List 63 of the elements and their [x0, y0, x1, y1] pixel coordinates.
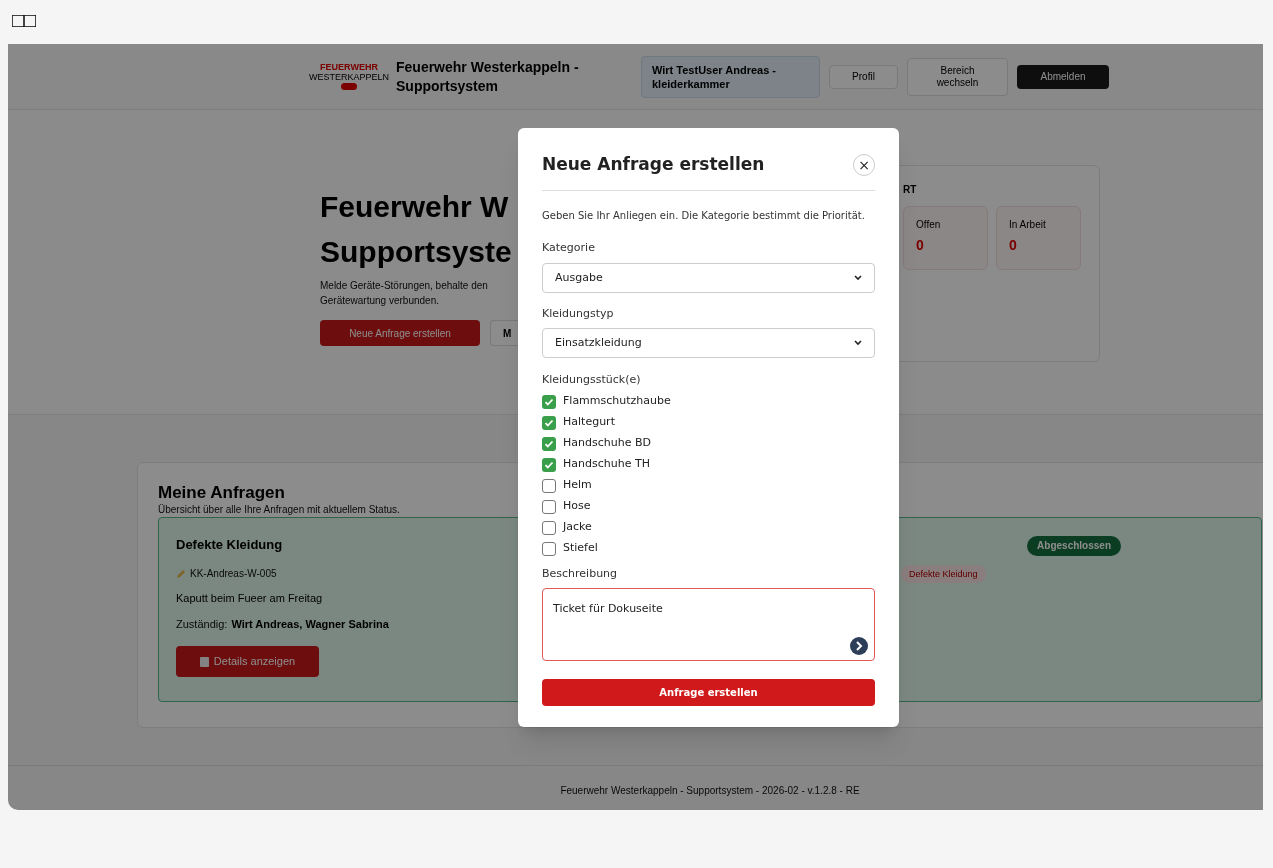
stats-heading: RT [903, 183, 918, 197]
checkbox[interactable] [542, 415, 556, 430]
checkmark-icon [544, 438, 554, 449]
section-title: Meine Anfragen [158, 483, 285, 503]
section-subtitle: Übersicht über alle Ihre Anfragen mit aktuellem Status. [158, 503, 400, 517]
field-label: Kleidungstyp [542, 306, 614, 322]
checkbox-label: Stiefel [563, 540, 598, 557]
field-label: Beschreibung [542, 566, 618, 582]
category-tag: Defekte Kleidung [901, 565, 986, 583]
checkbox-label: Handschuhe BD [563, 435, 651, 452]
checkbox[interactable] [542, 520, 556, 535]
description-field[interactable]: Ticket für Dokuseite [542, 588, 875, 661]
stat-value: 0 [916, 237, 924, 253]
assignee-names: Wirt Andreas, Wagner Sabrina [231, 616, 389, 632]
checkbox[interactable] [542, 499, 556, 514]
chevron-down-icon [854, 340, 862, 346]
stat-label: In Arbeit [1009, 219, 1046, 231]
field-label: Kategorie [542, 240, 595, 256]
hero-title: Supportsyste [320, 234, 512, 270]
checkmark-icon [544, 396, 554, 407]
checkbox[interactable] [542, 436, 556, 451]
hero-button[interactable]: Neue Anfrage erstellen [320, 320, 480, 346]
checkbox-label: Helm [563, 477, 592, 494]
checkbox-label: Flammschutzhaube [563, 393, 671, 410]
glyph-boxes: □□ [12, 9, 37, 31]
logo: FEUERWEHR WESTERKAPPELN [310, 54, 388, 99]
checkbox[interactable] [542, 478, 556, 493]
assistant-icon[interactable] [850, 637, 868, 655]
submit-button[interactable]: Anfrage erstellen [542, 679, 875, 706]
checkbox[interactable] [542, 394, 556, 409]
checkmark-icon [544, 459, 554, 470]
header-button[interactable]: Bereich wechseln [907, 57, 1008, 96]
checkbox[interactable] [542, 541, 556, 556]
stat-value: 0 [1009, 237, 1017, 253]
header-button[interactable]: Profil [829, 64, 898, 89]
pencil-icon [176, 568, 186, 579]
hero-title: Feuerwehr W [320, 189, 509, 225]
checkbox-label: Hose [563, 498, 591, 515]
field-label: Kleidungsstück(e) [542, 372, 641, 388]
request-id: KK-Andreas-W-005 [190, 567, 277, 581]
request-title: Defekte Kleidung [176, 536, 283, 554]
checkbox-label: Jacke [563, 519, 592, 536]
hero-text: Melde Geräte-Störungen, behalte den [320, 279, 488, 293]
hero-text: Gerätewartung verbunden. [320, 294, 439, 308]
app-title: Feuerwehr Westerkappeln - Supportsystem [396, 57, 580, 96]
assignee-label: Zuständig: [176, 616, 228, 632]
request-description: Kaputt beim Fueer am Freitag [176, 591, 323, 606]
status-badge: Abgeschlossen [1027, 536, 1121, 556]
details-button[interactable]: Details anzeigen [176, 646, 319, 677]
checkbox-label: Haltegurt [563, 414, 615, 431]
modal-title: Neue Anfrage erstellen [542, 153, 765, 177]
footer-text: Feuerwehr Westerkappeln - Supportsystem - 2026-02 - v.1.2.8 - RE [560, 784, 860, 798]
user-chip: Wirt TestUser Andreas - kleiderkammer [641, 55, 820, 98]
checkbox[interactable] [542, 457, 556, 472]
close-button[interactable]: × [853, 154, 875, 176]
intro-text: Geben Sie Ihr Anliegen ein. Die Kategorie bestimmt die Priorität. [542, 209, 866, 223]
chevron-down-icon [854, 275, 862, 281]
header-button[interactable]: Abmelden [1017, 64, 1109, 89]
select-field[interactable]: Einsatzkleidung [542, 328, 875, 358]
stat-label: Offen [916, 219, 941, 231]
checkmark-icon [544, 417, 554, 428]
select-field[interactable]: Ausgabe [542, 263, 875, 293]
checkbox-label: Handschuhe TH [563, 456, 650, 473]
